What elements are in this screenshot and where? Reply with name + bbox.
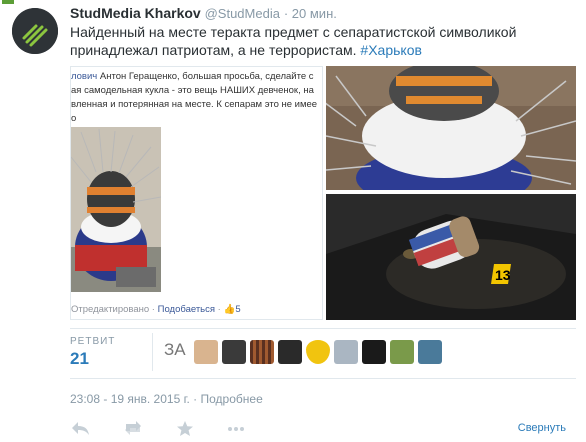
- retweets-count[interactable]: 21: [70, 349, 89, 369]
- favorite-star-icon[interactable]: [176, 420, 194, 440]
- retweeter-avatar[interactable]: [278, 340, 302, 364]
- fb-like-link[interactable]: Подобаеться: [158, 304, 215, 315]
- tweet-body: Найденный на месте теракта предмет с сеп…: [70, 24, 517, 58]
- retweeter-avatar[interactable]: [334, 340, 358, 364]
- retweeter-avatar[interactable]: [306, 340, 330, 364]
- collapse-link[interactable]: Свернуть: [518, 422, 566, 434]
- author-avatar[interactable]: [12, 8, 58, 54]
- tweet-date-line: 23:08 - 19 янв. 2015 г. · Подробнее: [70, 392, 263, 406]
- meta-separator: ·: [193, 392, 198, 406]
- tweet-text: Найденный на месте теракта предмет с сеп…: [70, 23, 570, 59]
- details-link[interactable]: Подробнее: [201, 392, 263, 406]
- stats-top-divider: [70, 328, 576, 329]
- fb-author-fragment: лович: [71, 71, 98, 82]
- media-photo-doll-closeup[interactable]: [326, 66, 576, 190]
- fb-post-line: о: [71, 113, 77, 124]
- evidence-marker-number: 13: [495, 267, 511, 283]
- retweeter-avatar[interactable]: ЗА: [164, 340, 192, 364]
- author-handle[interactable]: @StudMedia: [205, 6, 280, 21]
- retweeter-avatar[interactable]: [418, 340, 442, 364]
- retweeter-avatar[interactable]: [250, 340, 274, 364]
- retweeter-avatar-text: ЗА: [164, 340, 186, 359]
- fb-post-line: ая самодельная кукла - это вещь НАШИХ де…: [71, 85, 314, 96]
- retweets-label: РЕТВИТ: [70, 336, 116, 347]
- retweeter-avatar[interactable]: [362, 340, 386, 364]
- more-options-icon[interactable]: [226, 420, 246, 440]
- retweeter-avatar[interactable]: [222, 340, 246, 364]
- retweet-icon[interactable]: [122, 420, 144, 440]
- tweet-actions: Свернуть: [70, 420, 576, 440]
- tweet-media-grid: лович Антон Геращенко, большая просьба, …: [70, 66, 576, 320]
- retweeter-avatar[interactable]: [194, 340, 218, 364]
- stats-separator: [152, 333, 153, 371]
- fb-post-footer: Отредактировано · Подобаеться · 👍5: [71, 304, 241, 315]
- media-screenshot[interactable]: лович Антон Геращенко, большая просьба, …: [70, 66, 323, 320]
- tweet-header: StudMedia Kharkov @StudMedia · 20 мин.: [70, 5, 337, 21]
- stats-bottom-divider: [70, 378, 576, 379]
- fb-post-line: вленная и потерянная на месте. К сепарам…: [71, 99, 318, 110]
- fb-edited-label: Отредактировано: [71, 304, 150, 315]
- tweet-date: 23:08 - 19 янв. 2015 г.: [70, 392, 190, 406]
- reply-icon[interactable]: [70, 420, 90, 440]
- thumbs-up-icon: 👍: [223, 304, 236, 315]
- tweet-time[interactable]: 20 мин.: [292, 6, 337, 21]
- fb-post-line: лович Антон Геращенко, большая просьба, …: [71, 71, 314, 82]
- media-photo-crime-scene[interactable]: 13: [326, 194, 576, 320]
- fb-post-text: лович Антон Геращенко, большая просьба, …: [71, 70, 322, 126]
- hashtag-link[interactable]: #Харьков: [360, 42, 422, 58]
- fb-like-count: 5: [235, 304, 241, 315]
- author-name[interactable]: StudMedia Kharkov: [70, 5, 201, 21]
- doll-photo-small: [71, 127, 161, 292]
- retweeter-avatar[interactable]: [390, 340, 414, 364]
